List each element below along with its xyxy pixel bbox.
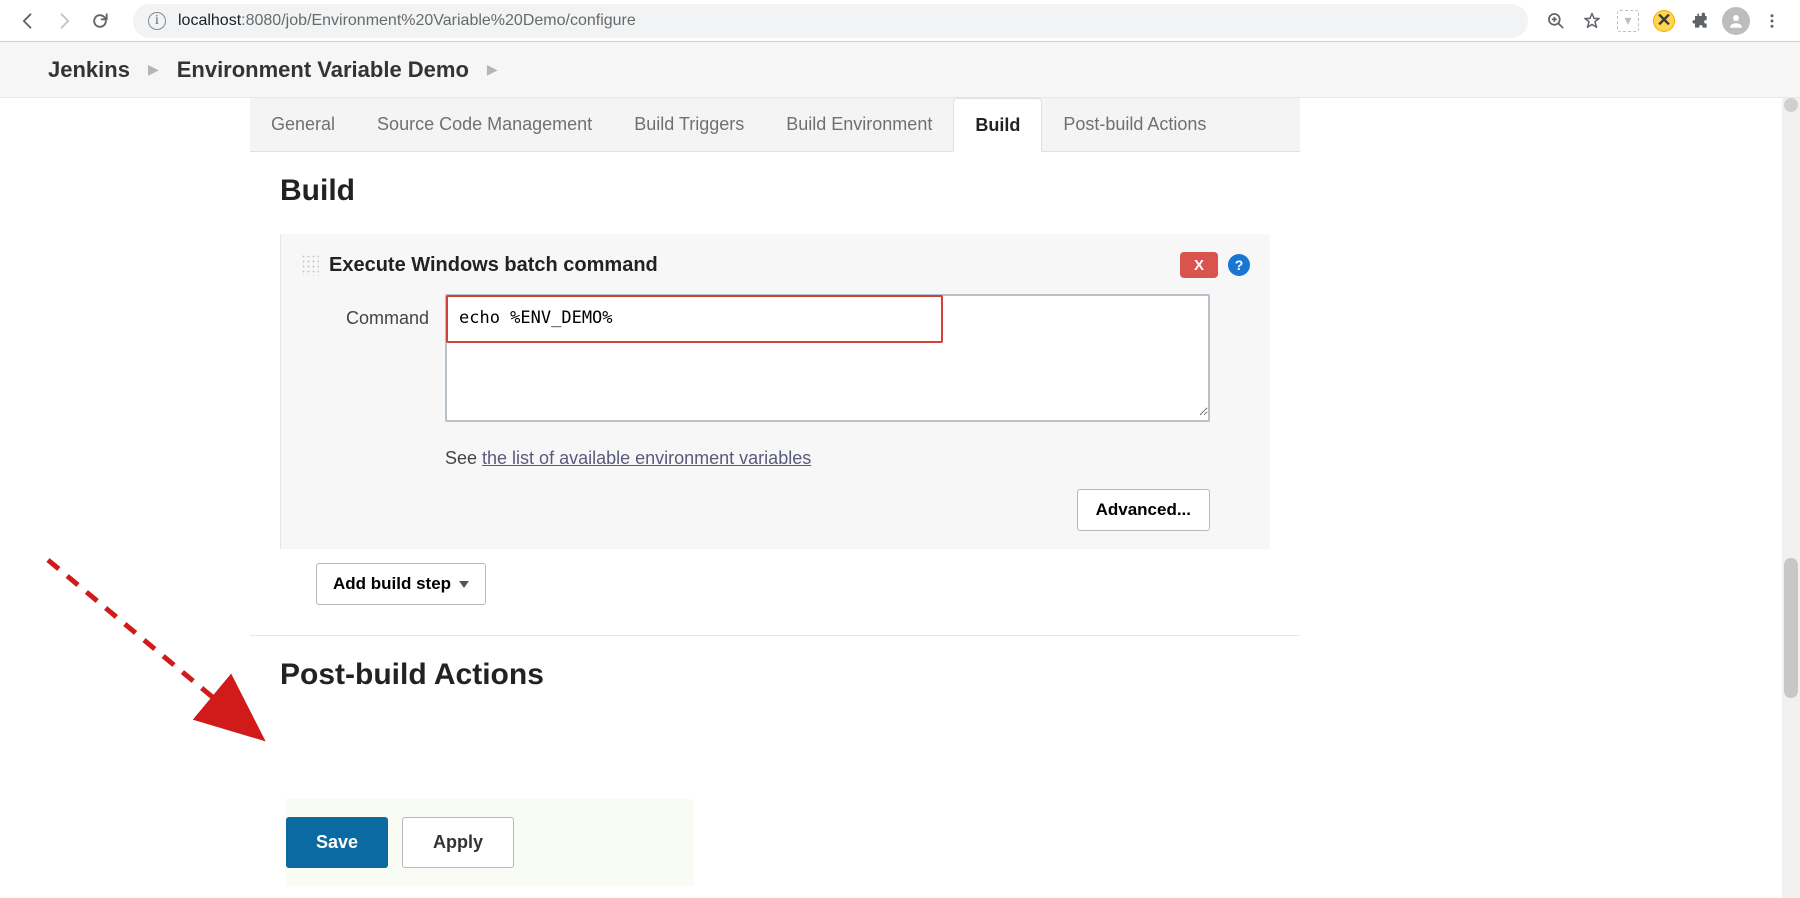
footer-button-bar: Save Apply (286, 799, 694, 886)
tab-general[interactable]: General (250, 98, 356, 151)
arrow-left-icon (18, 11, 38, 31)
hint-prefix: See (445, 448, 482, 468)
delete-step-button[interactable]: X (1180, 252, 1218, 278)
build-heading: Build (280, 174, 1270, 208)
breadcrumb-separator-icon: ▶ (479, 61, 506, 78)
breadcrumb-bar: Jenkins ▶ Environment Variable Demo ▶ (0, 42, 1800, 98)
tab-build[interactable]: Build (953, 98, 1042, 152)
breadcrumb-jenkins[interactable]: Jenkins (38, 49, 140, 91)
breadcrumb-separator-icon: ▶ (140, 61, 167, 78)
scroll-up-icon[interactable] (1784, 98, 1798, 112)
back-button[interactable] (10, 3, 46, 39)
forward-button[interactable] (46, 3, 82, 39)
tab-build-environment[interactable]: Build Environment (765, 98, 953, 151)
post-build-section: Post-build Actions (250, 636, 1300, 692)
command-textarea[interactable] (447, 296, 1208, 416)
left-sidebar (0, 98, 250, 898)
advanced-button[interactable]: Advanced... (1077, 489, 1210, 531)
post-build-heading: Post-build Actions (280, 658, 1270, 692)
tab-build-triggers[interactable]: Build Triggers (613, 98, 765, 151)
caret-down-icon (459, 581, 469, 588)
site-info-icon[interactable]: i (148, 12, 166, 30)
bookmark-star-icon[interactable] (1574, 3, 1610, 39)
tab-scm[interactable]: Source Code Management (356, 98, 613, 151)
address-bar[interactable]: i localhost:8080/job/Environment%20Varia… (133, 4, 1528, 38)
arrow-right-icon (54, 11, 74, 31)
config-tabs: General Source Code Management Build Tri… (250, 98, 1300, 152)
breadcrumb-job[interactable]: Environment Variable Demo (167, 49, 479, 91)
env-var-hint: See the list of available environment va… (445, 448, 1210, 469)
reload-button[interactable] (82, 3, 118, 39)
kebab-menu-icon[interactable] (1754, 3, 1790, 39)
apply-button[interactable]: Apply (402, 817, 514, 868)
drag-handle-icon[interactable] (301, 254, 319, 276)
add-build-step-button[interactable]: Add build step (316, 563, 486, 605)
help-button[interactable]: ? (1228, 254, 1250, 276)
extensions-puzzle-icon[interactable] (1682, 3, 1718, 39)
save-button[interactable]: Save (286, 817, 388, 868)
build-step-title: Execute Windows batch command (329, 254, 658, 277)
reload-icon (90, 11, 110, 31)
add-build-step-label: Add build step (333, 574, 451, 594)
profile-avatar-icon[interactable] (1718, 3, 1754, 39)
tab-post-build-actions[interactable]: Post-build Actions (1042, 98, 1227, 151)
build-section: Build Execute Windows batch command X ? … (250, 152, 1300, 605)
build-step-box: Execute Windows batch command X ? Comman… (280, 234, 1270, 549)
vertical-scrollbar[interactable] (1782, 98, 1800, 898)
zoom-icon[interactable] (1538, 3, 1574, 39)
browser-toolbar: i localhost:8080/job/Environment%20Varia… (0, 0, 1800, 42)
reader-icon[interactable]: ▾ (1610, 3, 1646, 39)
command-label: Command (329, 294, 429, 329)
extension-circle-icon[interactable]: ✕ (1646, 3, 1682, 39)
configure-pane: General Source Code Management Build Tri… (250, 98, 1300, 898)
url-text: localhost:8080/job/Environment%20Variabl… (178, 12, 636, 30)
scrollbar-thumb[interactable] (1784, 558, 1798, 698)
env-var-link[interactable]: the list of available environment variab… (482, 448, 811, 468)
